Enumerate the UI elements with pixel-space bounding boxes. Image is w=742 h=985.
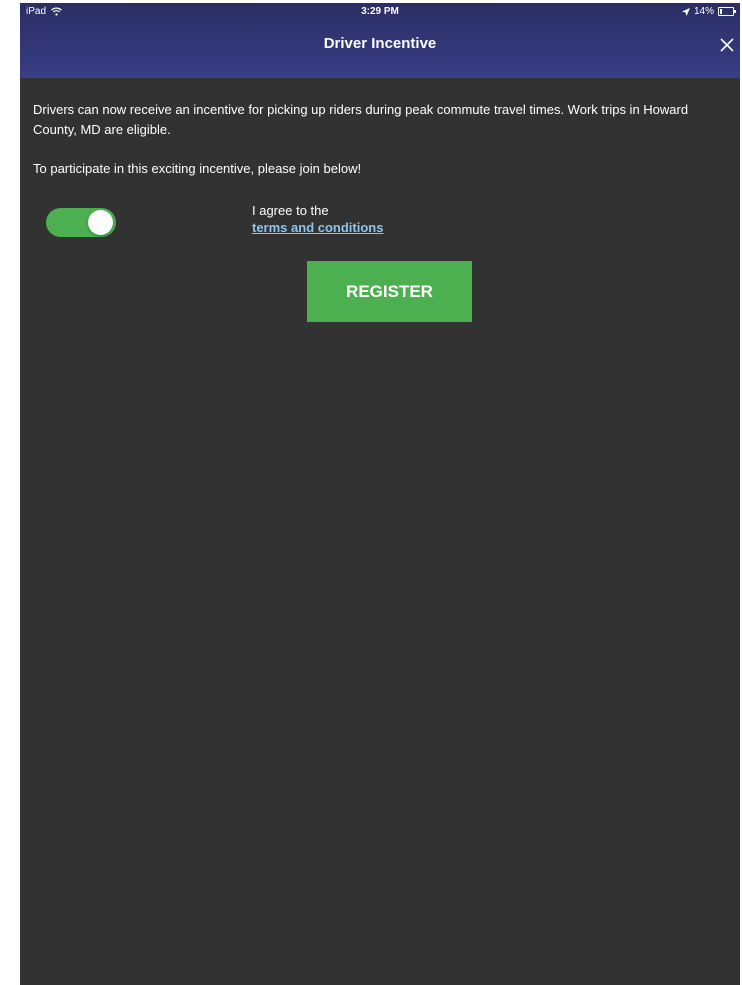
agree-toggle[interactable]	[46, 208, 116, 237]
toggle-knob	[88, 210, 113, 235]
app-screen: iPad 3:29 PM 14% Driver Incentive Driver…	[20, 3, 740, 985]
content: Drivers can now receive an incentive for…	[33, 100, 729, 198]
register-button[interactable]: REGISTER	[307, 261, 472, 322]
terms-link[interactable]: terms and conditions	[252, 219, 383, 236]
battery-percent: 14%	[693, 6, 714, 17]
battery-icon	[718, 7, 736, 16]
close-icon[interactable]	[718, 36, 736, 54]
agreement-text: I agree to the terms and conditions	[252, 202, 383, 236]
status-time: 3:29 PM	[361, 6, 399, 17]
status-bar: iPad 3:29 PM 14%	[20, 3, 740, 21]
battery-level-fill	[720, 9, 722, 14]
agree-label: I agree to the	[252, 203, 329, 218]
top-bar: iPad 3:29 PM 14% Driver Incentive	[20, 3, 740, 78]
status-right: 14%	[681, 6, 736, 17]
location-arrow-icon	[681, 7, 690, 16]
join-prompt: To participate in this exciting incentiv…	[33, 161, 362, 176]
incentive-description: Drivers can now receive an incentive for…	[33, 102, 689, 137]
page-title: Driver Incentive	[323, 35, 437, 52]
